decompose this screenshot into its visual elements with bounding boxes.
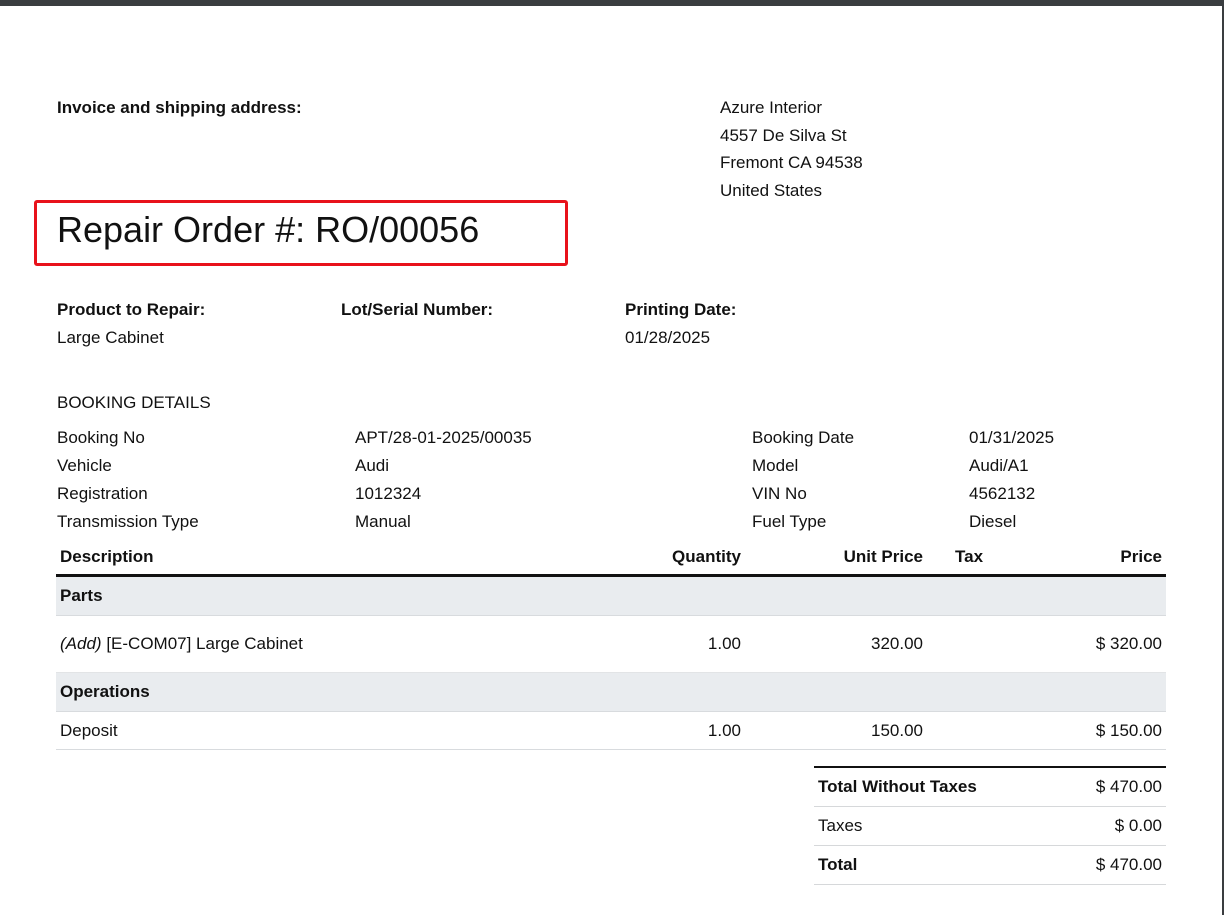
col-unit-price: Unit Price: [745, 540, 927, 577]
section-row-parts: Parts: [56, 575, 1166, 616]
line-unit-price: 320.00: [745, 615, 927, 673]
page-title: Repair Order #: RO/00056: [57, 209, 480, 250]
total-row: Total $ 470.00: [814, 845, 1166, 885]
section-name: Parts: [56, 575, 1166, 616]
booking-value: 1012324: [355, 484, 422, 503]
line-quantity: 1.00: [601, 615, 745, 673]
line-product: [E-COM07] Large Cabinet: [106, 634, 303, 653]
address-line: Azure Interior: [720, 98, 823, 117]
order-lines-table: Description Quantity Unit Price Tax Pric…: [56, 540, 1166, 750]
line-tax: [927, 615, 1017, 673]
subtotal-value: $ 470.00: [1057, 766, 1166, 807]
product-value: Large Cabinet: [57, 328, 164, 347]
lot-label: Lot/Serial Number:: [341, 300, 494, 319]
customer-address: Azure Interior 4557 De Silva St Fremont …: [720, 94, 863, 204]
line-unit-price: 150.00: [745, 711, 927, 750]
col-price: Price: [1017, 540, 1166, 577]
taxes-label: Taxes: [814, 806, 1058, 846]
line-quantity: 1.00: [601, 711, 745, 750]
table-row: Deposit 1.00 150.00 $ 150.00: [56, 711, 1166, 750]
col-tax: Tax: [927, 540, 1017, 577]
printing-date-label: Printing Date:: [625, 300, 737, 319]
line-price: $ 320.00: [1017, 615, 1166, 673]
line-description: (Add) [E-COM07] Large Cabinet: [56, 615, 601, 673]
total-label: Total: [814, 845, 1058, 885]
totals-table: Total Without Taxes $ 470.00 Taxes $ 0.0…: [814, 766, 1166, 885]
booking-label: Booking Date: [752, 428, 855, 447]
booking-label: Fuel Type: [752, 512, 827, 531]
taxes-row: Taxes $ 0.00: [814, 806, 1166, 846]
booking-value: Audi: [355, 456, 390, 475]
booking-value: Diesel: [969, 512, 1017, 531]
address-line: 4557 De Silva St: [720, 125, 847, 145]
address-line: United States: [720, 180, 823, 200]
col-description: Description: [56, 540, 601, 577]
booking-label: Model: [752, 456, 799, 475]
viewer-top-bar: [0, 0, 1224, 6]
section-row-operations: Operations: [56, 672, 1166, 712]
booking-value: 4562132: [969, 484, 1036, 503]
line-tax: [927, 711, 1017, 750]
taxes-value: $ 0.00: [1057, 806, 1166, 846]
printing-date-value: 01/28/2025: [625, 328, 711, 347]
section-name: Operations: [56, 672, 1166, 712]
booking-value: 01/31/2025: [969, 428, 1055, 447]
booking-label: Booking No: [57, 428, 145, 447]
booking-value: Audi/A1: [969, 456, 1029, 475]
total-value: $ 470.00: [1057, 845, 1166, 885]
table-row: (Add) [E-COM07] Large Cabinet 1.00 320.0…: [56, 615, 1166, 673]
col-quantity: Quantity: [601, 540, 745, 577]
booking-label: Transmission Type: [57, 512, 199, 531]
table-header-row: Description Quantity Unit Price Tax Pric…: [56, 540, 1166, 577]
subtotal-label: Total Without Taxes: [814, 766, 1058, 807]
line-price: $ 150.00: [1017, 711, 1166, 750]
line-prefix: (Add): [60, 634, 102, 653]
booking-label: Vehicle: [57, 456, 112, 475]
booking-value: Manual: [355, 512, 411, 531]
booking-label: Registration: [57, 484, 148, 503]
address-label: Invoice and shipping address:: [57, 98, 302, 117]
booking-value: APT/28-01-2025/00035: [355, 428, 532, 447]
booking-label: VIN No: [752, 484, 807, 503]
subtotal-row: Total Without Taxes $ 470.00: [814, 766, 1166, 807]
line-description: Deposit: [56, 711, 601, 750]
booking-heading: BOOKING DETAILS: [57, 393, 211, 412]
product-label: Product to Repair:: [57, 300, 206, 319]
address-line: Fremont CA 94538: [720, 153, 863, 172]
